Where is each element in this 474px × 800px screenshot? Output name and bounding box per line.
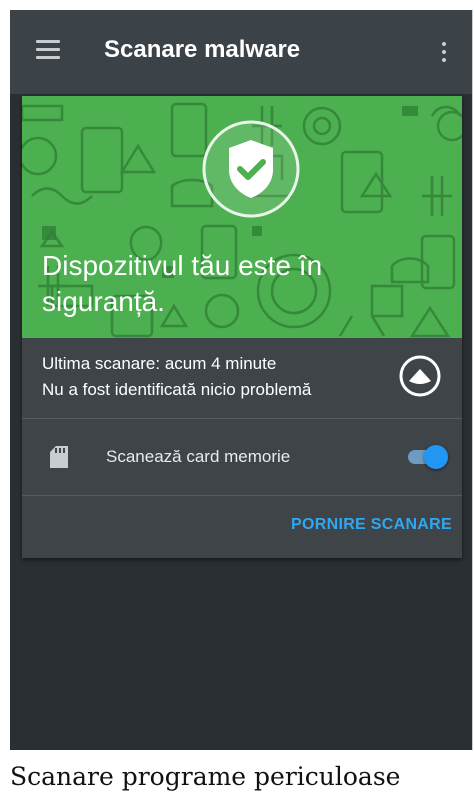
toggle-thumb (424, 445, 448, 469)
scan-result-text: Nu a fost identificată nicio problemă (42, 380, 312, 399)
chevron-up-circle-icon[interactable] (398, 354, 442, 398)
scan-status: Ultima scanare: acum 4 minute Nu a fost … (22, 338, 462, 419)
app-screen: Scanare malware Dispozitivul tău este în… (10, 10, 473, 750)
memory-card-toggle[interactable] (406, 443, 450, 471)
image-caption: Scanare programe periculoase (10, 762, 401, 791)
start-scan-button[interactable]: PORNIRE SCANARE (272, 516, 452, 534)
safety-banner: Dispozitivul tău este în siguranță. (22, 96, 462, 338)
hamburger-menu-icon[interactable] (36, 40, 60, 60)
app-bar: Scanare malware (10, 10, 472, 94)
shield-check-icon (202, 120, 300, 218)
sd-card-icon (50, 446, 68, 473)
scan-card: Dispozitivul tău este în siguranță. Ulti… (22, 96, 462, 558)
memory-card-row[interactable]: Scanează card memorie (22, 419, 462, 496)
last-scan-text: Ultima scanare: acum 4 minute (42, 354, 277, 373)
safety-status-text: Dispozitivul tău este în siguranță. (42, 250, 323, 317)
more-vert-icon[interactable] (436, 40, 452, 64)
memory-card-label: Scanează card memorie (106, 447, 291, 466)
page-title: Scanare malware (104, 36, 301, 63)
